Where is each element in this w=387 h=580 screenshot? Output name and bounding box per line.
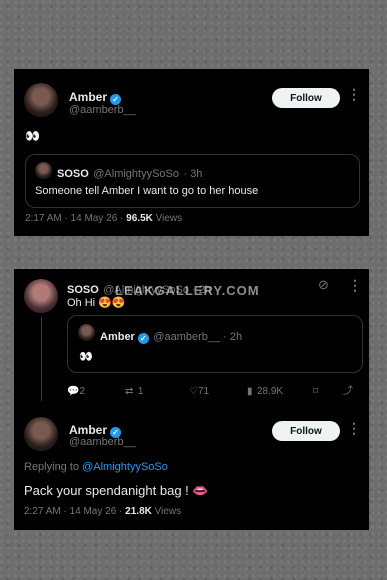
tweet-meta: 2:17 AM · 14 May 26 · 96.5K Views xyxy=(25,213,182,224)
quote-author-name: Amber xyxy=(100,331,135,343)
quote-header: SOSO @AlmightyySoSo · 3h xyxy=(57,164,202,182)
views-label: Views xyxy=(155,213,183,224)
author-name[interactable]: SOSO xyxy=(67,284,99,296)
views-count: 21.8K xyxy=(125,506,152,517)
quote-text: 👀 xyxy=(79,351,93,363)
views-count: 96.5K xyxy=(126,213,153,224)
avatar[interactable] xyxy=(24,279,58,313)
retweet-icon: ⇄ xyxy=(125,386,134,397)
more-options-icon[interactable]: ⋮ xyxy=(347,420,361,437)
author-name[interactable]: Amber xyxy=(69,90,107,104)
quote-time: · 3h xyxy=(183,168,203,180)
follow-button[interactable]: Follow xyxy=(272,88,340,108)
retweet-count: 1 xyxy=(137,386,144,397)
tweet-card-1: Amber ✓ @aamberb__ Follow ⋮ 👀 SOSO @Almig… xyxy=(14,69,369,236)
reply-button[interactable]: 💬2 xyxy=(67,381,85,399)
share-icon[interactable]: ⤴ xyxy=(343,381,353,399)
like-button[interactable]: ♡71 xyxy=(189,381,209,399)
bookmark-icon[interactable]: ⌑ xyxy=(313,381,318,399)
follow-button[interactable]: Follow xyxy=(272,421,340,441)
timestamp: 2:27 AM · 14 May 26 · xyxy=(24,506,123,517)
watermark: LEAKGALLERY.COM xyxy=(115,283,260,298)
quoted-tweet[interactable]: Amber ✓ @aamberb__ · 2h 👀 xyxy=(67,315,363,373)
thread-line xyxy=(41,317,42,401)
retweet-button[interactable]: ⇄ 1 xyxy=(125,381,143,399)
tweet-meta: 2:27 AM · 14 May 26 · 21.8K Views xyxy=(24,506,181,517)
views-count: 28.9K xyxy=(256,386,284,397)
like-count: 71 xyxy=(197,386,210,397)
author-name[interactable]: Amber xyxy=(69,423,107,437)
heart-icon: ♡ xyxy=(189,386,198,397)
views-label: Views xyxy=(154,506,182,517)
replying-to-label: Replying to xyxy=(24,461,80,473)
tweet-text: 👀 xyxy=(25,129,40,143)
avatar[interactable] xyxy=(24,83,58,117)
replying-to: Replying to @AlmightyySoSo xyxy=(24,461,168,473)
tweet-text: Pack your spendanight bag ! 👄 xyxy=(24,483,209,498)
author-handle[interactable]: @aamberb__ xyxy=(69,104,136,116)
quote-avatar xyxy=(78,324,95,341)
quoted-tweet[interactable]: SOSO @AlmightyySoSo · 3h Someone tell Am… xyxy=(25,154,360,208)
quote-header: Amber ✓ @aamberb__ · 2h xyxy=(100,327,242,345)
action-bar: 💬2 ⇄ 1 ♡71 ▮ 28.9K ⌑ ⤴ xyxy=(67,381,361,397)
replying-to-link[interactable]: @AlmightyySoSo xyxy=(82,461,168,473)
quote-author-handle: @aamberb__ · 2h xyxy=(153,331,243,343)
more-options-icon[interactable]: ⋮ xyxy=(347,86,361,103)
views-button[interactable]: ▮ 28.9K xyxy=(247,381,283,399)
reply-count: 2 xyxy=(79,386,86,397)
quote-avatar xyxy=(35,162,52,179)
tweet-card-2: SOSO @AlmightyySoSo · 2h ⊘ ⋮ Oh Hi 😍😍 Am… xyxy=(14,269,369,530)
views-icon: ▮ xyxy=(247,386,253,397)
verified-badge-icon: ✓ xyxy=(137,333,149,344)
quote-text: Someone tell Amber I want to go to her h… xyxy=(35,185,259,197)
reply-icon: 💬 xyxy=(67,386,80,397)
timestamp: 2:17 AM · 14 May 26 · xyxy=(25,213,124,224)
grok-icon[interactable]: ⊘ xyxy=(318,277,329,293)
quote-author-handle: @AlmightyySoSo xyxy=(93,168,180,180)
avatar[interactable] xyxy=(24,417,58,451)
quote-author-name: SOSO xyxy=(57,168,89,180)
author-handle[interactable]: @aamberb__ xyxy=(69,436,136,448)
more-options-icon[interactable]: ⋮ xyxy=(348,277,362,294)
